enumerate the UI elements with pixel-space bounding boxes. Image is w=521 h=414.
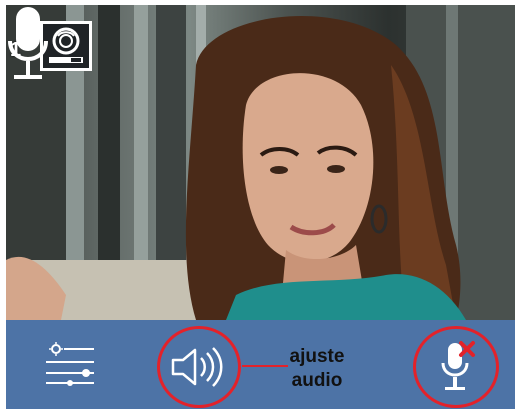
adjust-audio-label: ajuste audio [274, 345, 360, 393]
camera-view: 1 [6, 5, 515, 320]
adjust-label-line1: ajuste [289, 346, 345, 367]
adjust-label-line2: audio [291, 370, 343, 391]
microphone-muted-icon[interactable] [431, 337, 481, 397]
intercom-screen: 1 ajuste audio [6, 5, 515, 409]
microphone-icon[interactable] [6, 5, 50, 85]
speaker-volume-icon[interactable] [169, 344, 229, 390]
control-bar: ajuste audio [6, 320, 515, 409]
settings-sliders-icon[interactable] [44, 342, 96, 386]
